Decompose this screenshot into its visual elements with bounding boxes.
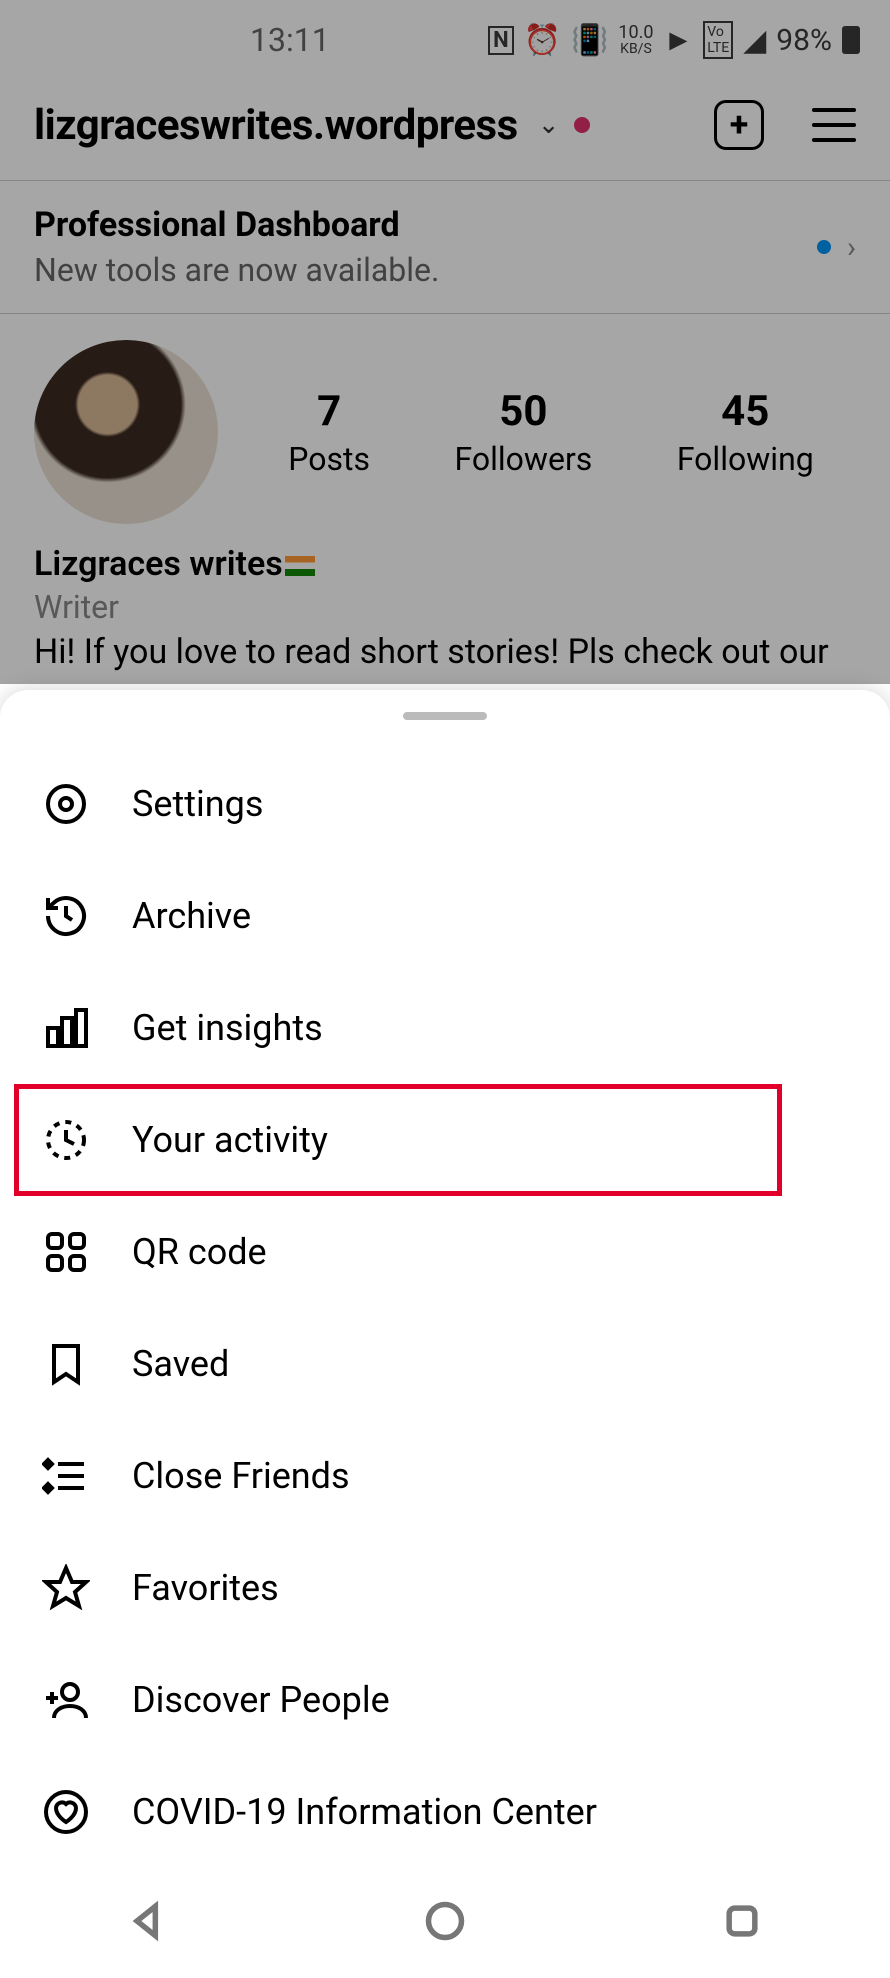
signal-icon: ◢ xyxy=(743,23,766,58)
wifi-icon: ► xyxy=(664,23,694,58)
alarm-icon: ⏰ xyxy=(524,23,561,58)
status-icons: N ⏰ 📳 10.0KB/S ► VoLTE ◢ 98% xyxy=(488,21,860,59)
status-bar: 13:11 N ⏰ 📳 10.0KB/S ► VoLTE ◢ 98% xyxy=(0,0,890,80)
close-friends-icon xyxy=(40,1450,92,1502)
status-time: 13:11 xyxy=(250,21,330,59)
avatar[interactable] xyxy=(34,340,218,524)
menu-saved[interactable]: Saved xyxy=(0,1308,890,1420)
dashboard-subtitle: New tools are now available. xyxy=(34,251,817,289)
menu-label: Get insights xyxy=(132,1007,323,1049)
stat-following[interactable]: 45 Following xyxy=(677,387,814,478)
profile-header: lizgraceswrites.wordpress ⌄ + xyxy=(0,80,890,180)
menu-covid-info[interactable]: COVID-19 Information Center xyxy=(0,1756,890,1868)
nfc-icon: N xyxy=(488,26,514,55)
nav-recent-button[interactable] xyxy=(720,1899,764,1947)
nav-back-button[interactable] xyxy=(126,1899,170,1947)
username-label[interactable]: lizgraceswrites.wordpress xyxy=(34,101,518,150)
menu-label: Your activity xyxy=(132,1119,328,1161)
netspeed: 10.0KB/S xyxy=(618,24,653,56)
menu-favorites[interactable]: Favorites xyxy=(0,1532,890,1644)
display-name: Lizgraces writes xyxy=(34,544,856,584)
menu-label: Close Friends xyxy=(132,1455,350,1497)
qr-icon xyxy=(40,1226,92,1278)
bio-text: Hi! If you love to read short stories! P… xyxy=(34,630,856,674)
nav-home-button[interactable] xyxy=(423,1899,467,1947)
stat-posts[interactable]: 7 Posts xyxy=(288,387,370,478)
drag-handle[interactable] xyxy=(403,712,487,720)
menu-close-friends[interactable]: Close Friends xyxy=(0,1420,890,1532)
profile-stats-row: 7 Posts 50 Followers 45 Following xyxy=(0,314,890,534)
menu-label: COVID-19 Information Center xyxy=(132,1791,597,1833)
menu-label: Archive xyxy=(132,895,251,937)
profile-category: Writer xyxy=(34,588,856,626)
activity-icon xyxy=(40,1114,92,1166)
professional-dashboard[interactable]: Professional Dashboard New tools are now… xyxy=(0,180,890,314)
discover-people-icon xyxy=(40,1674,92,1726)
system-nav-bar xyxy=(0,1868,890,1978)
notification-dot xyxy=(574,117,590,133)
vibrate-icon: 📳 xyxy=(571,23,608,58)
archive-icon xyxy=(40,890,92,942)
menu-archive[interactable]: Archive xyxy=(0,860,890,972)
bookmark-icon xyxy=(40,1338,92,1390)
flag-india-icon xyxy=(285,556,315,576)
menu-label: Favorites xyxy=(132,1567,279,1609)
menu-label: Settings xyxy=(132,783,263,825)
chevron-down-icon[interactable]: ⌄ xyxy=(538,110,560,140)
menu-label: QR code xyxy=(132,1231,267,1273)
profile-bio: Lizgraces writes Writer Hi! If you love … xyxy=(0,534,890,684)
menu-label: Saved xyxy=(132,1343,229,1385)
create-button[interactable]: + xyxy=(714,100,764,150)
menu-button[interactable] xyxy=(812,108,856,142)
battery-pct: 98% xyxy=(776,23,832,58)
menu-your-activity[interactable]: Your activity xyxy=(14,1084,782,1196)
gear-icon xyxy=(40,778,92,830)
menu-qr-code[interactable]: QR code xyxy=(0,1196,890,1308)
insights-icon xyxy=(40,1002,92,1054)
heart-circle-icon xyxy=(40,1786,92,1838)
chevron-right-icon: › xyxy=(847,230,856,265)
bottom-sheet-menu: Settings Archive Get insights Your activ… xyxy=(0,690,890,1978)
menu-label: Discover People xyxy=(132,1679,390,1721)
menu-settings[interactable]: Settings xyxy=(0,748,890,860)
volte-icon: VoLTE xyxy=(703,21,733,59)
dashboard-title: Professional Dashboard xyxy=(34,205,817,245)
dashboard-indicator-dot xyxy=(817,240,831,254)
battery-icon xyxy=(842,26,860,54)
stat-followers[interactable]: 50 Followers xyxy=(455,387,593,478)
menu-insights[interactable]: Get insights xyxy=(0,972,890,1084)
star-icon xyxy=(40,1562,92,1614)
menu-discover-people[interactable]: Discover People xyxy=(0,1644,890,1756)
